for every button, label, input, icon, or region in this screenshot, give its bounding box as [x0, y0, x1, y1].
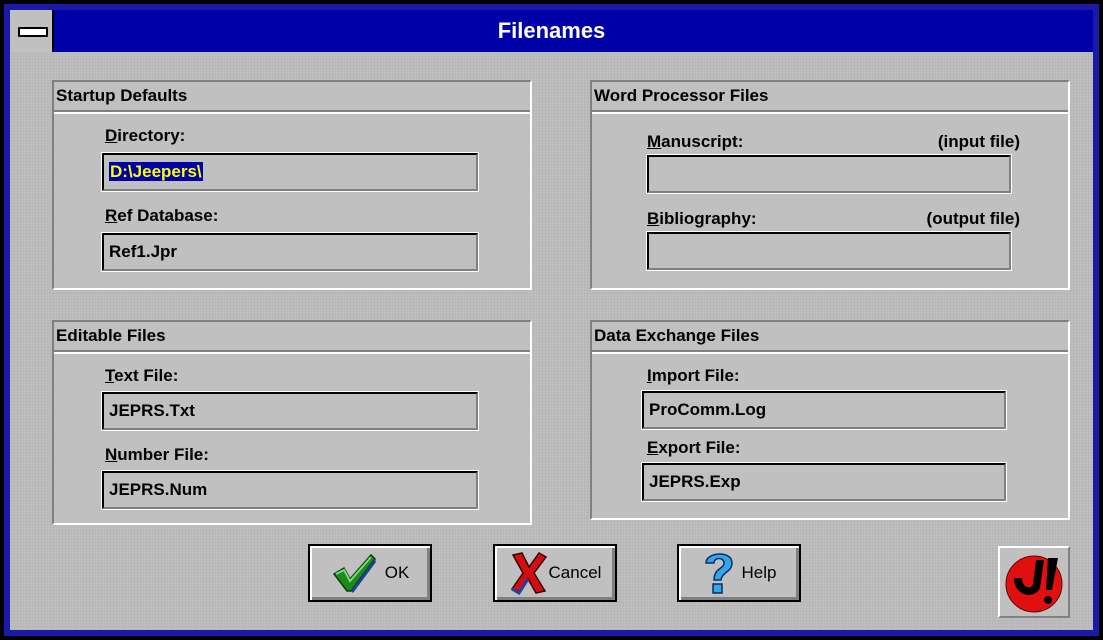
directory-field[interactable]: D:\Jeepers\ [101, 152, 479, 192]
cancel-button[interactable]: Cancel [493, 544, 617, 602]
bibliography-hint: (output file) [926, 209, 1020, 228]
dialog-body: Startup Defaults Directory: D:\Jeepers\ … [10, 52, 1093, 630]
import-file-field[interactable]: ProComm.Log [641, 390, 1007, 430]
export-file-label: Export File: [647, 438, 741, 457]
data-exchange-header: Data Exchange Files [592, 322, 1068, 352]
question-mark-icon [702, 550, 736, 596]
editable-files-header: Editable Files [54, 322, 530, 352]
help-button[interactable]: Help [677, 544, 801, 602]
bibliography-field[interactable] [646, 231, 1012, 271]
ok-button[interactable]: OK [308, 544, 432, 602]
ref-database-label: Ref Database: [105, 206, 219, 225]
startup-defaults-header: Startup Defaults [54, 82, 530, 112]
jeepers-logo-icon [998, 546, 1070, 618]
help-label: Help [741, 563, 777, 582]
word-processor-header: Word Processor Files [592, 82, 1068, 112]
text-file-value: JEPRS.Txt [109, 401, 195, 420]
export-file-value: JEPRS.Exp [649, 472, 741, 491]
number-file-value: JEPRS.Num [109, 480, 208, 499]
import-file-value: ProComm.Log [649, 400, 767, 419]
manuscript-hint: (input file) [937, 132, 1020, 151]
export-file-field[interactable]: JEPRS.Exp [641, 462, 1007, 502]
directory-value: D:\Jeepers\ [109, 162, 203, 181]
system-menu-icon[interactable] [10, 10, 54, 52]
checkmark-icon [331, 552, 377, 594]
text-file-field[interactable]: JEPRS.Txt [101, 391, 479, 431]
bibliography-label: Bibliography: [647, 209, 757, 228]
import-file-label: Import File: [647, 366, 740, 385]
number-file-field[interactable]: JEPRS.Num [101, 470, 479, 510]
x-icon [509, 551, 549, 595]
ref-database-value: Ref1.Jpr [109, 242, 178, 261]
directory-label: Directory: [105, 126, 186, 145]
text-file-label: Text File: [105, 366, 179, 385]
window-title: Filenames [497, 18, 606, 43]
number-file-label: Number File: [105, 445, 209, 464]
manuscript-label: Manuscript: [647, 132, 744, 151]
dialog-window: Filenames Startup Defaults Directory: D:… [4, 4, 1099, 636]
manuscript-field[interactable] [646, 154, 1012, 194]
title-bar: Filenames [10, 10, 1093, 52]
ref-database-field[interactable]: Ref1.Jpr [101, 232, 479, 272]
cancel-label: Cancel [548, 563, 602, 582]
ok-label: OK [384, 563, 410, 582]
